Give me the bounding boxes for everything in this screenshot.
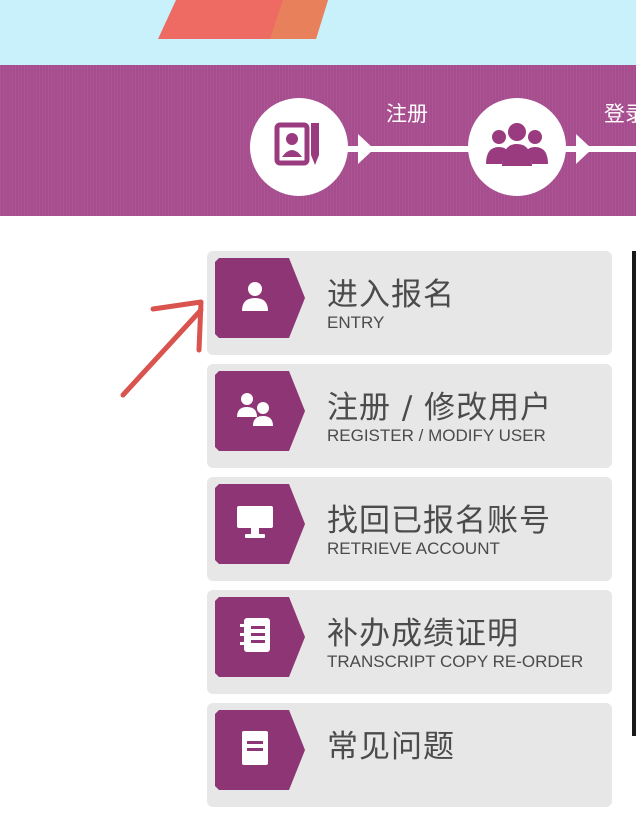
notebook-icon (238, 616, 272, 659)
menu-item-retrieve-account[interactable]: 找回已报名账号 RETRIEVE ACCOUNT (207, 477, 612, 581)
menu-item-subtitle: REGISTER / MODIFY USER (327, 426, 546, 445)
step-connector (560, 146, 636, 152)
menu-item-subtitle: ENTRY (327, 313, 385, 332)
menu-item-title: 找回已报名账号 (327, 503, 551, 539)
step-register[interactable] (250, 98, 348, 196)
decorative-shape (158, 0, 328, 39)
step-label-login: 登录 (604, 102, 636, 126)
menu-item-faq[interactable]: 常见问题 (207, 703, 612, 807)
menu-badge (215, 484, 305, 564)
menu-item-title: 常见问题 (327, 729, 455, 765)
step-label-register: 注册 (386, 102, 428, 126)
right-edge-strip (632, 251, 636, 736)
step-login[interactable] (468, 98, 566, 196)
menu-badge (215, 371, 305, 451)
menu-item-register-modify[interactable]: 注册 / 修改用户 REGISTER / MODIFY USER (207, 364, 612, 468)
menu-item-title: 补办成绩证明 (327, 616, 519, 652)
menu-badge (215, 710, 305, 790)
menu-badge (215, 597, 305, 677)
menu-item-subtitle: TRANSCRIPT COPY RE-ORDER (327, 652, 584, 671)
monitor-icon (235, 504, 275, 545)
users-group-icon (486, 120, 548, 175)
step-arrow (576, 134, 592, 164)
entry-menu: 进入报名 ENTRY 注册 / 修改用户 REGISTER / MODIFY U… (207, 251, 612, 816)
menu-item-title: 注册 / 修改用户 (327, 390, 553, 426)
users-icon (235, 391, 275, 432)
top-banner (0, 0, 636, 65)
step-arrow (358, 134, 374, 164)
menu-item-subtitle: RETRIEVE ACCOUNT (327, 539, 500, 558)
menu-item-title: 进入报名 (327, 277, 455, 313)
profile-card-pen-icon (271, 117, 327, 178)
document-icon (238, 729, 272, 772)
registration-steps: 注册 登录 (0, 65, 636, 216)
menu-item-entry[interactable]: 进入报名 ENTRY (207, 251, 612, 355)
menu-item-transcript-reorder[interactable]: 补办成绩证明 TRANSCRIPT COPY RE-ORDER (207, 590, 612, 694)
user-icon (238, 279, 272, 318)
menu-badge (215, 258, 305, 338)
